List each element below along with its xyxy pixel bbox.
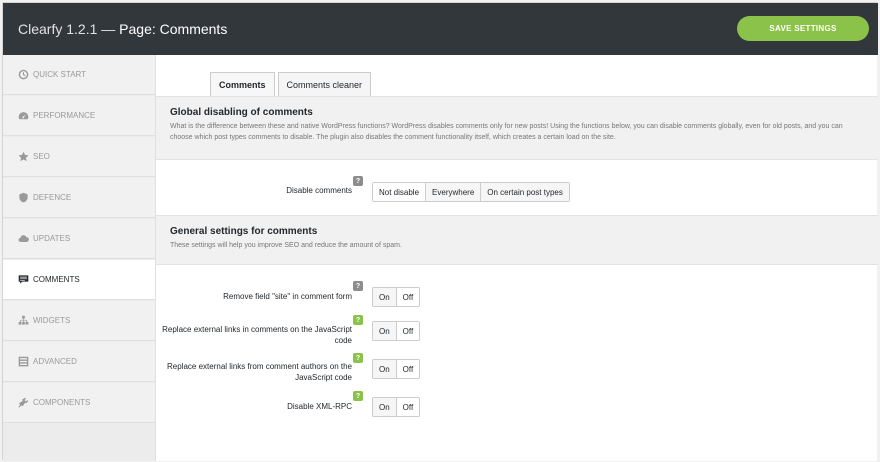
toggle-on-button[interactable]: On — [373, 360, 397, 378]
sidebar-item-advanced[interactable]: ADVANCED — [3, 342, 155, 382]
sidebar-item-label: COMPONENTS — [33, 398, 91, 407]
help-icon[interactable]: ? — [353, 281, 363, 291]
sidebar-item-label: PERFORMANCE — [33, 111, 96, 120]
sidebar-item-quick-start[interactable]: QUICK START — [3, 55, 155, 95]
toggle-on-button[interactable]: On — [373, 398, 397, 416]
settings-window: Clearfy 1.2.1 — Page: Comments SAVE SETT… — [2, 2, 878, 461]
toggle-group: On Off — [372, 321, 421, 341]
help-icon[interactable]: ? — [353, 353, 363, 363]
sidebar-item-label: UPDATES — [33, 234, 71, 243]
disable-comments-label: Disable comments — [286, 186, 352, 195]
plugin-icon — [17, 397, 29, 409]
toggle-off-button[interactable]: Off — [396, 288, 420, 306]
toggle-off-button[interactable]: Off — [396, 322, 420, 340]
sidebar-item-comments[interactable]: COMMENTS — [3, 260, 155, 300]
widgets-icon — [17, 315, 29, 327]
app-name: Clearfy 1.2.1 — — [18, 21, 120, 37]
tab-comments-cleaner[interactable]: Comments cleaner — [277, 72, 372, 96]
disable-comments-row: Disable comments ? Not disable Everywher… — [156, 173, 878, 203]
toggle-group: On Off — [372, 359, 421, 379]
setting-row-replace-links-comments: Replace external links in comments on th… — [156, 315, 878, 349]
option-everywhere[interactable]: Everywhere — [426, 183, 482, 201]
help-icon[interactable]: ? — [353, 176, 363, 186]
help-icon[interactable]: ? — [353, 315, 363, 325]
tab-bar: Comments Comments cleaner — [210, 72, 374, 96]
header-bar: Clearfy 1.2.1 — Page: Comments SAVE SETT… — [3, 3, 878, 55]
page-title: Clearfy 1.2.1 — Page: Comments — [18, 21, 227, 37]
shield-icon — [17, 192, 29, 204]
sidebar-item-label: SEO — [33, 152, 50, 161]
tab-comments[interactable]: Comments — [210, 72, 275, 96]
list-icon — [17, 356, 29, 368]
setting-row-disable-xml-rpc: Disable XML-RPC ? On Off — [156, 391, 878, 421]
toggle-off-button[interactable]: Off — [396, 398, 420, 416]
sidebar-item-performance[interactable]: PERFORMANCE — [3, 96, 155, 136]
page-name: Page: Comments — [119, 21, 228, 37]
setting-row-remove-site-field: Remove field "site" in comment form ? On… — [156, 281, 878, 311]
sidebar: QUICK START PERFORMANCE SEO DEFENCE UPDA… — [3, 55, 155, 461]
toggle-group: On Off — [372, 287, 421, 307]
setting-row-replace-links-authors: Replace external links from comment auth… — [156, 353, 878, 387]
global-disabling-section: Global disabling of comments What is the… — [156, 96, 878, 160]
cloud-icon — [17, 233, 29, 245]
sidebar-item-seo[interactable]: SEO — [3, 137, 155, 177]
clock-icon — [17, 69, 29, 81]
toggle-off-button[interactable]: Off — [396, 360, 420, 378]
dashboard-icon — [17, 110, 29, 122]
main-content: Comments Comments cleaner Global disabli… — [155, 55, 878, 461]
sidebar-item-label: DEFENCE — [33, 193, 72, 202]
setting-label: Remove field "site" in comment form — [223, 292, 352, 301]
setting-label: Disable XML-RPC — [287, 402, 352, 411]
sidebar-item-label: QUICK START — [33, 70, 87, 79]
option-not-disable[interactable]: Not disable — [373, 183, 427, 201]
general-settings-section: General settings for comments These sett… — [156, 215, 878, 265]
disable-comments-options: Not disable Everywhere On certain post t… — [372, 182, 570, 202]
section-title: Global disabling of comments — [170, 107, 313, 118]
sidebar-item-label: COMMENTS — [33, 275, 80, 284]
section-title: General settings for comments — [170, 226, 318, 237]
sidebar-item-defence[interactable]: DEFENCE — [3, 178, 155, 218]
sidebar-item-updates[interactable]: UPDATES — [3, 219, 155, 259]
toggle-group: On Off — [372, 397, 421, 417]
help-icon[interactable]: ? — [353, 391, 363, 401]
option-certain-post-types[interactable]: On certain post types — [481, 183, 569, 201]
sidebar-item-label: WIDGETS — [33, 316, 71, 325]
sidebar-item-widgets[interactable]: WIDGETS — [3, 301, 155, 341]
save-settings-button[interactable]: SAVE SETTINGS — [737, 16, 869, 41]
star-icon — [17, 151, 29, 163]
sidebar-item-components[interactable]: COMPONENTS — [3, 383, 155, 423]
toggle-on-button[interactable]: On — [373, 322, 397, 340]
comments-icon — [17, 274, 29, 286]
toggle-on-button[interactable]: On — [373, 288, 397, 306]
section-description: What is the difference between these and… — [170, 123, 843, 141]
setting-label: Replace external links in comments on th… — [162, 325, 352, 345]
setting-label: Replace external links from comment auth… — [167, 362, 352, 382]
section-description: These settings will help you improve SEO… — [170, 242, 402, 249]
sidebar-item-label: ADVANCED — [33, 357, 77, 366]
